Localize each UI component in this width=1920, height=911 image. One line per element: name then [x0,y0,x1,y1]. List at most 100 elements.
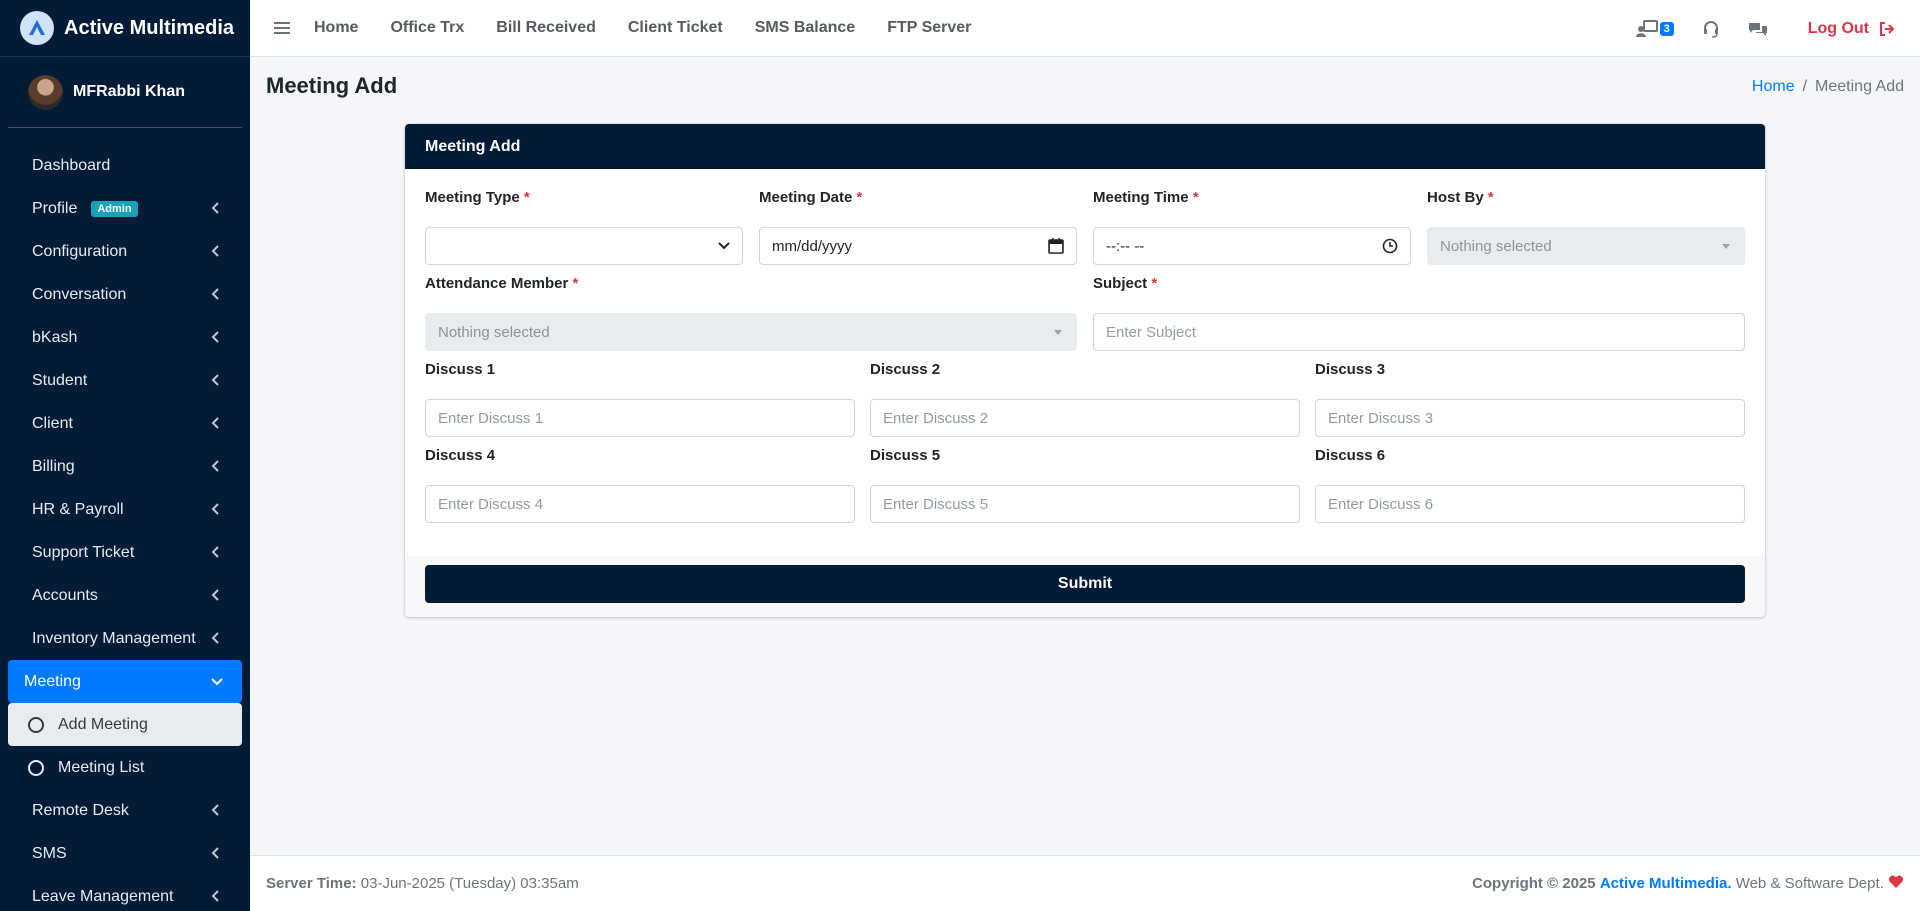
sidebar-item-client[interactable]: Client [8,402,242,445]
sidebar-item-remote-desk[interactable]: Remote Desk [8,789,242,832]
admin-badge: Admin [91,200,138,217]
support-button[interactable] [1702,20,1720,38]
submit-button[interactable]: Submit [425,565,1745,603]
discuss-4-label: Discuss 4 [425,447,496,464]
nav-link-office-trx[interactable]: Office Trx [390,19,464,37]
chevron-left-icon [211,288,219,300]
sidebar-item-bkash[interactable]: bKash [8,316,242,359]
copyright: Copyright © 2025 Active Multimedia. Web … [1472,875,1904,892]
server-time: Server Time: 03-Jun-2025 (Tuesday) 03:35… [266,875,579,892]
logout-button[interactable]: Log Out [1808,20,1895,38]
clock-icon [1382,238,1398,254]
menu-toggle-icon[interactable] [274,19,290,37]
attendance-member-field: Attendance Member * Nothing selected [425,275,1077,351]
discuss-5-field: Discuss 5 Enter Discuss 5 [870,447,1300,523]
server-time-label: Server Time: [266,875,357,892]
circle-icon [28,716,44,733]
chevron-left-icon [211,804,219,816]
chevron-left-icon [211,632,219,644]
discuss-5-input[interactable]: Enter Discuss 5 [870,485,1300,523]
sign-out-icon [1880,21,1895,36]
discuss-4-input[interactable]: Enter Discuss 4 [425,485,855,523]
breadcrumb-separator: / [1802,78,1808,95]
sidebar-item-sms[interactable]: SMS [8,832,242,875]
company-link[interactable]: Active Multimedia. [1600,875,1732,892]
discuss-5-label: Discuss 5 [870,447,941,464]
sidebar-item-label: SMS [32,844,67,862]
brand[interactable]: Active Multimedia [0,0,250,57]
sidebar-item-inventory-management[interactable]: Inventory Management [8,617,242,660]
caret-down-icon [1722,244,1730,249]
discuss-1-field: Discuss 1 Enter Discuss 1 [425,361,855,437]
sidebar-item-student[interactable]: Student [8,359,242,402]
nav-link-bill-received[interactable]: Bill Received [496,19,596,37]
user-panel[interactable]: MFRabbi Khan [8,57,242,128]
discuss-2-label: Discuss 2 [870,361,941,378]
meeting-date-input[interactable]: mm/dd/yyyy [759,227,1077,265]
sidebar-item-configuration[interactable]: Configuration [8,230,242,273]
sidebar-item-label: Leave Management [32,887,174,905]
discuss-6-input[interactable]: Enter Discuss 6 [1315,485,1745,523]
heart-icon [1888,875,1904,888]
sidebar-item-profile[interactable]: Profile Admin [8,187,242,230]
logout-label: Log Out [1807,19,1869,37]
page-title: Meeting Add [266,73,398,98]
discuss-1-input[interactable]: Enter Discuss 1 [425,399,855,437]
chevron-left-icon [211,546,219,558]
main-content: Meeting Add Home / Meeting Add Meeting Add… [250,57,1920,855]
avatar [28,74,63,110]
copyright-text: Copyright © 2025 [1472,875,1596,892]
sidebar-item-label: bKash [32,328,78,346]
sidebar-item-label: Conversation [32,285,127,303]
nav-link-home[interactable]: Home [314,19,358,37]
sidebar-subitem-meeting-list[interactable]: Meeting List [8,746,242,789]
sidebar-item-dashboard[interactable]: Dashboard [8,144,242,187]
messages-button[interactable] [1748,21,1768,37]
top-navbar: Home Office Trx Bill Received Client Tic… [250,0,1920,57]
sidebar-item-leave-management[interactable]: Leave Management [8,875,242,911]
host-by-label: Host By * [1427,189,1494,206]
attendance-member-label: Attendance Member * [425,275,579,292]
meeting-time-input[interactable]: --:-- -- [1093,227,1411,265]
caret-down-icon [1054,330,1062,335]
sidebar-subitem-label: Meeting List [58,758,145,776]
chevron-left-icon [211,589,219,601]
chevron-left-icon [211,374,219,386]
sidebar-subitem-label: Add Meeting [58,715,148,733]
sidebar-item-label: Dashboard [32,156,111,174]
sidebar-item-meeting[interactable]: Meeting [8,660,242,703]
breadcrumb: Home / Meeting Add [1752,78,1904,96]
nav-link-ftp-server[interactable]: FTP Server [887,19,971,37]
discuss-6-field: Discuss 6 Enter Discuss 6 [1315,447,1745,523]
sidebar-subitem-add-meeting[interactable]: Add Meeting [8,703,242,746]
breadcrumb-home[interactable]: Home [1752,78,1795,95]
sidebar-item-label: Accounts [32,586,98,604]
nav-link-sms-balance[interactable]: SMS Balance [755,19,855,37]
subject-input[interactable]: Enter Subject [1093,313,1745,351]
sidebar-item-label: Remote Desk [32,801,129,819]
chevron-left-icon [211,847,219,859]
discuss-4-field: Discuss 4 Enter Discuss 4 [425,447,855,523]
notifications-button[interactable]: 3 [1635,19,1674,38]
meeting-type-select[interactable] [425,227,743,265]
dept-text: Web & Software Dept. [1735,875,1884,892]
subject-field: Subject * Enter Subject [1093,275,1745,351]
discuss-3-input[interactable]: Enter Discuss 3 [1315,399,1745,437]
brand-logo-icon [20,11,54,45]
notification-count-badge: 3 [1659,21,1674,36]
sidebar-item-billing[interactable]: Billing [8,445,242,488]
sidebar-item-label: Client [32,414,73,432]
sidebar-item-label: Meeting [24,672,81,690]
discuss-2-input[interactable]: Enter Discuss 2 [870,399,1300,437]
attendance-member-select[interactable]: Nothing selected [425,313,1077,351]
sidebar-item-conversation[interactable]: Conversation [8,273,242,316]
sidebar-item-label: Support Ticket [32,543,135,561]
nav-link-client-ticket[interactable]: Client Ticket [628,19,723,37]
top-right-actions: 3 Log Out [1608,0,1895,57]
user-name: MFRabbi Khan [73,83,185,100]
chevron-left-icon [211,890,219,902]
host-by-select[interactable]: Nothing selected [1427,227,1745,265]
sidebar-item-accounts[interactable]: Accounts [8,574,242,617]
sidebar-item-hr-payroll[interactable]: HR & Payroll [8,488,242,531]
sidebar-item-support-ticket[interactable]: Support Ticket [8,531,242,574]
